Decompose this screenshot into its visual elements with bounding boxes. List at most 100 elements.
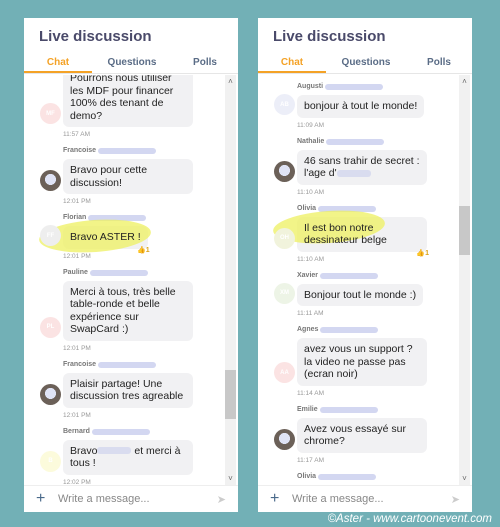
message-text: avez vous un support ? la video ne passe… bbox=[304, 343, 413, 380]
sender-name: Francoise bbox=[63, 146, 224, 156]
chevron-down-icon[interactable]: ˅ bbox=[459, 474, 470, 483]
message-bubble: Bonjour tout le monde :) bbox=[297, 283, 424, 306]
timestamp: 11:11 AM bbox=[297, 310, 324, 317]
plus-icon[interactable]: + bbox=[36, 490, 50, 508]
sender-name: Agnes bbox=[297, 325, 458, 335]
chat-panel-right: Live discussion ChatQuestionsPolls 11:08… bbox=[258, 18, 472, 512]
avatar[interactable] bbox=[40, 170, 61, 191]
tab-questions[interactable]: Questions bbox=[92, 56, 172, 73]
timestamp: 11:09 AM bbox=[297, 121, 324, 129]
chevron-up-icon[interactable]: ˄ bbox=[225, 77, 236, 86]
avatar[interactable]: OH bbox=[274, 227, 295, 249]
tab-polls[interactable]: Polls bbox=[172, 56, 238, 73]
message-text: Bravo bbox=[70, 444, 98, 457]
avatar[interactable]: AB bbox=[274, 94, 295, 115]
message-composer: + Write a message... ➤ bbox=[24, 485, 238, 512]
message-text: Merci à tous, très belle table-ronde et … bbox=[70, 285, 176, 336]
timestamp: 11:17 AM bbox=[297, 456, 324, 464]
sender-name: Olivia bbox=[297, 472, 458, 482]
avatar[interactable] bbox=[274, 428, 295, 450]
panel-title: Live discussion bbox=[273, 28, 386, 45]
timestamp: 11:14 AM bbox=[297, 389, 324, 397]
chevron-down-icon[interactable]: ˅ bbox=[225, 474, 236, 483]
message-bubble: Il est bon notre dessinateur belge 👍1 bbox=[272, 206, 429, 257]
message-input[interactable]: Write a message... bbox=[292, 493, 451, 505]
watermark: ©Aster - www.cartoonevent.com bbox=[327, 513, 492, 525]
list-item: Agnes avez vous un support ? la video ne … bbox=[258, 325, 458, 399]
list-item: Florian Bravo ASTER ! 👍1 FF 12:01 PM bbox=[24, 213, 224, 262]
timestamp: 11:10 AM bbox=[297, 188, 324, 196]
tab-chat[interactable]: Chat bbox=[258, 56, 326, 73]
redacted-name bbox=[89, 269, 148, 276]
redacted-name bbox=[91, 428, 150, 435]
redacted-text bbox=[97, 447, 132, 455]
message-text: Avez vous essayé sur chrome? bbox=[304, 422, 406, 448]
timestamp: 11:10 AM bbox=[297, 255, 324, 263]
message-bubble: 46 sans trahir de secret : l'age d' bbox=[297, 149, 427, 185]
avatar[interactable] bbox=[274, 160, 295, 182]
message-composer: + Write a message... ➤ bbox=[258, 485, 472, 512]
chevron-up-icon[interactable]: ˄ bbox=[459, 77, 470, 86]
list-item: Pauline Merci à tous, très belle table-ro… bbox=[24, 268, 224, 354]
list-item: Francoise Plaisir partage! Une discussion… bbox=[24, 360, 224, 421]
scrollbar[interactable]: ˄ ˅ bbox=[459, 75, 470, 485]
sender-name: Augusti bbox=[297, 82, 458, 92]
tab-chat[interactable]: Chat bbox=[24, 56, 92, 73]
timestamp: 12:01 PM bbox=[63, 344, 91, 352]
message-text: bonjour à tout le monde! bbox=[304, 100, 418, 112]
like-count[interactable]: 👍1 bbox=[416, 248, 429, 261]
message-bubble: bonjour à tout le monde! bbox=[297, 95, 425, 118]
avatar[interactable]: AA bbox=[274, 362, 295, 383]
message-list[interactable]: 11:08 AM Augusti bonjour à tout le monde! A… bbox=[258, 75, 472, 485]
redacted-name bbox=[325, 84, 384, 90]
message-bubble: avez vous un support ? la video ne passe… bbox=[297, 338, 427, 386]
redacted-name bbox=[326, 138, 385, 145]
list-item: Olivia Il est bon notre dessinateur belge… bbox=[258, 204, 458, 265]
scrollbar-thumb[interactable] bbox=[225, 370, 236, 420]
message-list[interactable]: Pourrons nous utiliser les MDF pour fina… bbox=[24, 75, 238, 485]
avatar[interactable]: MF bbox=[40, 103, 61, 124]
message-text: Bravo ASTER ! bbox=[70, 231, 141, 243]
redacted-name bbox=[98, 148, 157, 154]
send-icon[interactable]: ➤ bbox=[451, 493, 460, 506]
list-item: 11:08 AM bbox=[258, 75, 458, 76]
avatar[interactable]: B bbox=[40, 450, 61, 472]
redacted-text bbox=[336, 169, 371, 177]
redacted-name bbox=[319, 406, 378, 413]
like-count[interactable]: 👍1 bbox=[137, 245, 150, 258]
message-input[interactable]: Write a message... bbox=[58, 493, 217, 505]
tab-questions[interactable]: Questions bbox=[326, 56, 406, 73]
tab-bar: Chat Questions Polls bbox=[258, 56, 472, 74]
tab-polls[interactable]: Polls bbox=[406, 56, 472, 73]
avatar[interactable]: FF bbox=[40, 225, 61, 246]
list-item: Pourrons nous utiliser les MDF pour fina… bbox=[24, 75, 224, 140]
sender-name: Emilie bbox=[297, 405, 458, 415]
redacted-name bbox=[320, 272, 379, 279]
plus-icon[interactable]: + bbox=[270, 490, 284, 508]
message-bubble: Bravo ASTER ! 👍1 bbox=[38, 216, 152, 256]
sender-name: Francoise bbox=[63, 360, 224, 370]
list-item: Francoise Bravo pour cette discussion! 12:… bbox=[24, 146, 224, 207]
message-bubble: Avez vous essayé sur chrome? bbox=[297, 417, 427, 453]
timestamp: 12:01 PM bbox=[63, 198, 91, 205]
redacted-name bbox=[320, 327, 379, 333]
avatar[interactable]: PL bbox=[40, 316, 61, 338]
avatar[interactable] bbox=[40, 383, 61, 405]
send-icon[interactable]: ➤ bbox=[217, 493, 226, 506]
message-text: Plaisir partage! Une discussion tres agr… bbox=[70, 377, 184, 403]
message-bubble: Bravo et merci à tous ! bbox=[63, 439, 193, 475]
sender-name: Xavier bbox=[297, 271, 458, 281]
scrollbar-thumb[interactable] bbox=[459, 206, 470, 256]
message-text: Pourrons nous utiliser les MDF pour fina… bbox=[70, 75, 174, 122]
list-item: Xavier Bonjour tout le monde :) XM 11:11 AM bbox=[258, 271, 458, 320]
list-item: Emilie Avez vous essayé sur chrome? 11:17 … bbox=[258, 405, 458, 466]
scrollbar[interactable]: ˄ ˅ bbox=[225, 75, 236, 485]
message-text: Bonjour tout le monde :) bbox=[304, 288, 417, 301]
redacted-name bbox=[318, 473, 377, 480]
redacted-name bbox=[98, 361, 157, 368]
tab-bar: Chat Questions Polls bbox=[24, 56, 238, 74]
message-bubble: Bravo pour cette discussion! bbox=[63, 159, 193, 194]
message-text: Bravo pour cette discussion! bbox=[70, 164, 148, 189]
avatar[interactable]: XM bbox=[274, 282, 295, 304]
message-bubble bbox=[297, 484, 427, 485]
